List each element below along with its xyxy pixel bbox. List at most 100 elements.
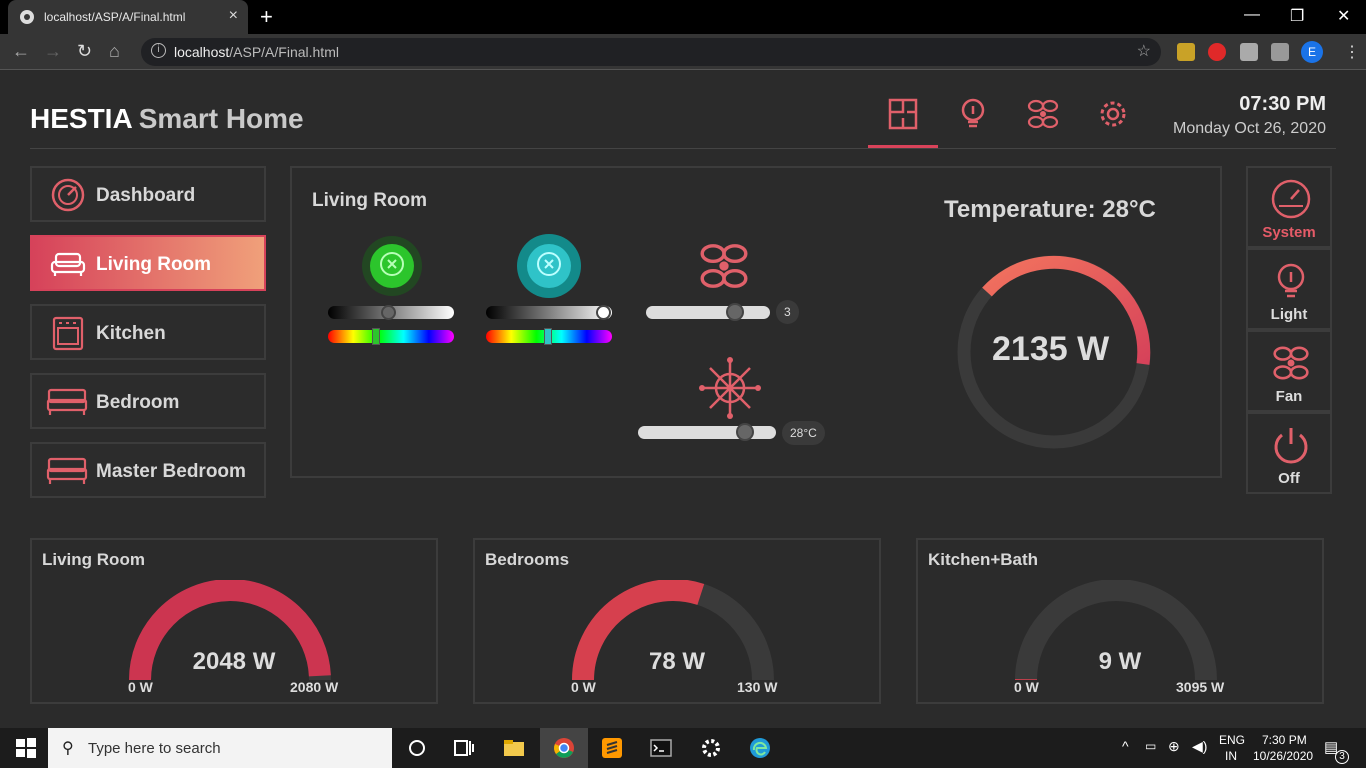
sidebar-item-dashboard[interactable]: Dashboard [30, 166, 266, 222]
light-bulb-cyan-icon[interactable] [517, 234, 581, 298]
address-bar[interactable]: i localhost/ASP/A/Final.html ☆ [141, 38, 1161, 66]
clock: 07:30 PM Monday Oct 26, 2020 [1173, 93, 1326, 138]
edge-icon[interactable] [748, 736, 772, 760]
card-value: 9 W [1098, 648, 1142, 675]
bulb-icon[interactable] [955, 96, 991, 132]
taskbar-search-input[interactable]: ⚲ Type here to search [48, 728, 392, 768]
hestia-app: HESTIA Smart Home 07:30 PM Monday Oct 26,… [0, 71, 1366, 728]
settings-gear-icon[interactable] [699, 736, 723, 760]
gauge-min: 0 W [571, 679, 596, 695]
info-icon[interactable]: i [151, 43, 166, 58]
menu-icon[interactable]: ⋮ [1344, 42, 1360, 62]
system-button[interactable]: System [1246, 166, 1332, 248]
forward-icon[interactable]: → [44, 41, 62, 62]
chrome-icon [554, 738, 574, 758]
light-button[interactable]: Light [1246, 248, 1332, 330]
gauge-max: 3095 W [1176, 679, 1225, 695]
brightness-slider[interactable] [486, 305, 612, 320]
brand-name: HESTIA [30, 103, 133, 134]
notification-count: 3 [1335, 750, 1349, 764]
extension-icon[interactable] [1240, 43, 1258, 61]
color-slider[interactable] [486, 328, 612, 345]
slider-knob[interactable] [736, 423, 754, 441]
back-icon[interactable]: ← [12, 41, 30, 62]
slider-knob[interactable] [596, 305, 611, 320]
sidebar-item-label: Master Bedroom [96, 461, 246, 482]
sidebar-item-master-bedroom[interactable]: Master Bedroom [30, 442, 266, 498]
fan-icon[interactable] [1025, 96, 1061, 132]
snowflake-ac-icon[interactable] [698, 356, 762, 420]
clock-date: Monday Oct 26, 2020 [1173, 120, 1326, 137]
slider-knob[interactable] [544, 328, 552, 345]
battery-icon[interactable]: ▭ [1145, 739, 1156, 753]
url-host: localhost [174, 44, 230, 60]
region-indicator[interactable]: IN [1225, 749, 1237, 763]
volume-icon[interactable]: ◀) [1192, 738, 1207, 755]
sidebar-item-label: Bedroom [96, 392, 180, 413]
sublime-text-icon[interactable] [600, 736, 624, 760]
globe-icon [20, 10, 34, 24]
color-slider[interactable] [328, 328, 454, 345]
fan-speed-slider[interactable] [646, 303, 770, 321]
fan-icon[interactable] [696, 238, 752, 294]
taskbar-time[interactable]: 7:30 PM [1262, 733, 1307, 747]
card-title: Kitchen+Bath [928, 550, 1039, 569]
profile-avatar[interactable]: E [1301, 41, 1323, 63]
sidebar-item-label: Kitchen [96, 323, 166, 344]
close-tab-icon[interactable]: × [229, 7, 238, 25]
browser-toolbar: ← → ↻ ⌂ i localhost/ASP/A/Final.html ☆ ⋮ [0, 34, 1366, 70]
page-title: HESTIA Smart Home [30, 103, 304, 135]
taskbar-date[interactable]: 10/26/2020 [1253, 749, 1313, 763]
home-icon[interactable]: ⌂ [109, 41, 120, 62]
extension-icon[interactable] [1208, 43, 1226, 61]
new-tab-icon[interactable]: + [260, 4, 273, 30]
bookmark-star-icon[interactable]: ☆ [1137, 41, 1151, 61]
extension-icon[interactable] [1177, 43, 1195, 61]
power-icon [1274, 428, 1308, 464]
sidebar-item-kitchen[interactable]: Kitchen [30, 304, 266, 360]
power-off-button[interactable]: Off [1246, 412, 1332, 494]
window-close-icon[interactable]: ✕ [1337, 6, 1350, 26]
task-view-icon[interactable] [452, 736, 476, 760]
room-title: Living Room [312, 190, 428, 211]
bed-icon [46, 388, 88, 415]
search-icon: ⚲ [62, 740, 74, 757]
tray-chevron-icon[interactable]: ^ [1122, 738, 1129, 754]
minimize-icon[interactable]: — [1244, 6, 1260, 24]
taskbar-active-app[interactable] [540, 728, 588, 768]
fan-label: Fan [1275, 388, 1303, 405]
reload-icon[interactable]: ↻ [77, 41, 92, 62]
file-explorer-icon[interactable] [502, 736, 526, 760]
language-indicator[interactable]: ENG [1219, 733, 1245, 747]
floorplan-icon[interactable] [885, 96, 921, 132]
slider-knob[interactable] [726, 303, 744, 321]
card-value: 78 W [648, 648, 705, 675]
browser-tab[interactable]: localhost/ASP/A/Final.html × [8, 0, 248, 34]
slider-knob[interactable] [381, 305, 396, 320]
ac-temp-slider[interactable] [638, 423, 776, 441]
bed-icon [46, 457, 88, 484]
bedrooms-power-card: Bedrooms 78 W 0 W 130 W [473, 538, 881, 704]
light-bulb-green-icon[interactable] [360, 234, 424, 298]
gauge-max: 130 W [737, 679, 778, 695]
slider-knob[interactable] [372, 328, 380, 345]
gauge-min: 0 W [1014, 679, 1039, 695]
off-label: Off [1278, 470, 1300, 487]
puzzle-icon[interactable] [1271, 43, 1289, 61]
url-path: /ASP/A/Final.html [229, 44, 339, 60]
brightness-slider[interactable] [328, 305, 454, 320]
network-icon[interactable]: ⊕ [1168, 738, 1180, 755]
sidebar-item-living-room[interactable]: Living Room [30, 235, 266, 291]
room-control-panel: Living Room 3 28°C Temperature: 28°C 213… [290, 166, 1222, 478]
sidebar-item-label: Dashboard [96, 185, 196, 206]
card-value: 2048 W [192, 648, 276, 675]
total-power-value: 2135 W [992, 330, 1110, 368]
restore-icon[interactable]: ❐ [1290, 6, 1304, 26]
settings-icon[interactable] [1095, 96, 1131, 132]
fan-button[interactable]: Fan [1246, 330, 1332, 412]
cortana-icon[interactable] [405, 736, 429, 760]
terminal-icon[interactable] [649, 736, 673, 760]
windows-start-icon[interactable] [14, 736, 38, 760]
browser-tab-strip: localhost/ASP/A/Final.html × + — ❐ ✕ [0, 0, 1366, 34]
sidebar-item-bedroom[interactable]: Bedroom [30, 373, 266, 429]
